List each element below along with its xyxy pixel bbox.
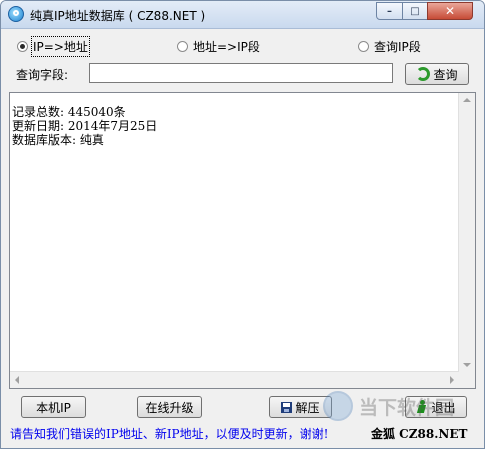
maximize-button[interactable]: □ xyxy=(402,2,428,20)
scroll-up-icon[interactable] xyxy=(463,98,471,102)
query-mode-group: IP=>地址 地址=>IP段 查询IP段 xyxy=(1,36,484,57)
local-ip-button[interactable]: 本机IP xyxy=(21,396,86,418)
main-window: 纯真IP地址数据库 ( CZ88.NET ) – □ ✕ IP=>地址 地址=>… xyxy=(0,0,485,449)
minimize-icon: – xyxy=(387,5,392,17)
scroll-left-icon[interactable] xyxy=(15,376,19,384)
watermark-logo-icon xyxy=(323,391,353,421)
radio-address-to-ip-range-label[interactable]: 地址=>IP段 xyxy=(193,38,260,55)
minimize-button[interactable]: – xyxy=(376,2,403,20)
result-text: 记录总数: 445040条 更新日期: 2014年7月25日 数据库版本: 纯真 xyxy=(12,105,157,147)
radio-address-to-ip-range[interactable]: 地址=>IP段 xyxy=(177,38,260,55)
title-bar[interactable]: 纯真IP地址数据库 ( CZ88.NET ) – □ ✕ xyxy=(1,1,484,29)
close-icon: ✕ xyxy=(444,4,456,18)
query-button-label: 查询 xyxy=(433,67,458,82)
result-line-total: 记录总数: 445040条 xyxy=(12,105,126,119)
window-title: 纯真IP地址数据库 ( CZ88.NET ) xyxy=(30,9,206,23)
radio-ip-to-address[interactable]: IP=>地址 xyxy=(17,36,90,57)
radio-ip-to-address-dot[interactable] xyxy=(17,41,28,52)
horizontal-scrollbar[interactable] xyxy=(10,371,459,388)
result-line-version: 数据库版本: 纯真 xyxy=(12,133,104,147)
radio-query-ip-range-dot[interactable] xyxy=(358,41,369,52)
radio-query-ip-range-label[interactable]: 查询IP段 xyxy=(374,38,421,55)
query-input[interactable] xyxy=(89,63,393,83)
close-button[interactable]: ✕ xyxy=(427,2,473,20)
query-button[interactable]: 查询 xyxy=(405,63,469,85)
vertical-scrollbar[interactable] xyxy=(458,93,475,372)
watermark-text: 当下软件园 xyxy=(359,397,455,419)
maximize-icon: □ xyxy=(410,5,420,17)
scroll-right-icon[interactable] xyxy=(450,376,454,384)
result-area[interactable]: 记录总数: 445040条 更新日期: 2014年7月25日 数据库版本: 纯真 xyxy=(9,92,476,389)
save-icon xyxy=(281,401,293,413)
scroll-down-icon[interactable] xyxy=(463,363,471,367)
status-message[interactable]: 请告知我们错误的IP地址、新IP地址，以便及时更新，谢谢! xyxy=(10,425,328,442)
radio-query-ip-range[interactable]: 查询IP段 xyxy=(358,38,421,55)
brand-text: 金狐 CZ88.NET xyxy=(371,427,468,441)
scroll-corner xyxy=(459,372,475,388)
watermark: 当下软件园 xyxy=(323,387,454,427)
result-line-date: 更新日期: 2014年7月25日 xyxy=(12,119,158,133)
app-logo-icon xyxy=(8,6,24,22)
refresh-icon xyxy=(416,67,431,81)
radio-address-to-ip-range-dot[interactable] xyxy=(177,41,188,52)
online-upgrade-button[interactable]: 在线升级 xyxy=(137,396,202,418)
radio-ip-to-address-label[interactable]: IP=>地址 xyxy=(31,36,90,57)
online-upgrade-button-label: 在线升级 xyxy=(145,400,194,415)
unpack-button-label: 解压 xyxy=(295,400,320,415)
local-ip-button-label: 本机IP xyxy=(36,400,71,415)
query-field-label: 查询字段: xyxy=(16,68,69,82)
